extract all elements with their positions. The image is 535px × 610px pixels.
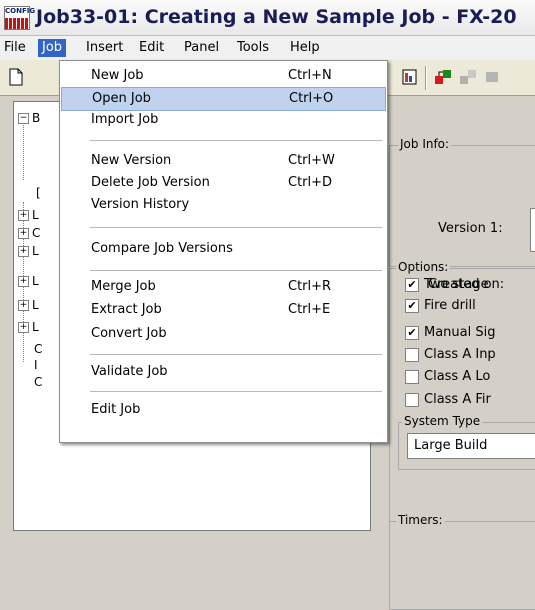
menu-item-validate-job[interactable]: Validate Job [61, 361, 384, 383]
menu-separator [90, 270, 382, 271]
job-menu-dropdown: New Job Ctrl+N Open Job Ctrl+O Import Job … [59, 60, 388, 443]
tree-node-label: I [34, 358, 38, 372]
title-bar: CONFIG Job33-01: Creating a New Sample J… [0, 0, 535, 36]
tree-node[interactable]: + C [18, 226, 40, 241]
menu-item-version-history[interactable]: Version History [61, 194, 384, 216]
checkbox-checked[interactable]: ✔ [405, 325, 419, 340]
transfer-icon[interactable] [483, 67, 503, 87]
tree-node-label: [ [36, 186, 41, 200]
tree-node[interactable]: + L [18, 274, 39, 289]
menu-item-compare-job-versions[interactable]: Compare Job Versions [61, 238, 384, 260]
menu-separator [90, 227, 382, 228]
expand-icon[interactable]: + [18, 300, 29, 311]
system-type-select[interactable]: Large Build [407, 433, 535, 459]
option-manual-sig[interactable]: ✔ Manual Sig [405, 325, 496, 340]
menu-separator [90, 391, 382, 392]
tree-node[interactable]: I [34, 358, 38, 373]
options-group: Options: ✔ Two stage ✔ Fire drill ✔ Manual … [389, 260, 535, 610]
tree-node-label: C [34, 375, 43, 389]
job-info-title: Job Info: [398, 137, 452, 151]
tree-node[interactable]: C [34, 342, 42, 357]
new-document-icon[interactable] [6, 67, 26, 87]
option-class-a-inp[interactable]: Class A Inp [405, 347, 496, 362]
checkbox-unchecked[interactable] [405, 392, 419, 407]
expand-icon[interactable]: + [18, 228, 29, 239]
menu-edit[interactable]: Edit [135, 39, 168, 57]
expand-icon[interactable]: + [18, 246, 29, 257]
app-icon: CONFIG [4, 6, 36, 30]
menu-item-extract-job[interactable]: Extract Job Ctrl+E [61, 299, 384, 321]
tree-node[interactable]: + L [18, 244, 39, 259]
checkbox-checked[interactable]: ✔ [405, 298, 419, 313]
tree-node[interactable]: + L [18, 320, 39, 335]
menu-item-new-version[interactable]: New Version Ctrl+W [61, 150, 384, 172]
window-title: Job33-01: Creating a New Sample Job - FX… [36, 6, 517, 28]
menu-bar: File Job Insert Edit Panel Tools Help [0, 36, 535, 60]
menu-job[interactable]: Job [38, 39, 67, 57]
connect-icon[interactable] [433, 67, 453, 87]
tree-node-label: L [32, 208, 39, 222]
expand-icon[interactable]: + [18, 210, 29, 221]
menu-item-open-job[interactable]: Open Job Ctrl+O [61, 87, 386, 111]
options-title: Options: [396, 260, 451, 274]
tree-node-label: L [32, 244, 39, 258]
version-field[interactable] [530, 208, 535, 252]
option-class-a-fir[interactable]: Class A Fir [405, 392, 491, 407]
job-info-group: Job Info: Version 1: Created on: [389, 137, 535, 292]
tree-node-label: C [32, 226, 41, 240]
tree-node-label: C [34, 342, 43, 356]
menu-file[interactable]: File [0, 39, 30, 57]
menu-separator [90, 354, 382, 355]
version-label: Version 1: [438, 221, 503, 236]
report-icon[interactable] [400, 67, 420, 87]
timers-title: Timers: [396, 513, 445, 527]
menu-item-delete-job-version[interactable]: Delete Job Version Ctrl+D [61, 172, 384, 194]
timers-group: Timers: [389, 513, 535, 542]
disconnect-icon[interactable] [458, 67, 478, 87]
system-type-title: System Type [402, 414, 483, 428]
checkbox-unchecked[interactable] [405, 347, 419, 362]
tree-node-label: L [32, 320, 39, 334]
menu-item-edit-job[interactable]: Edit Job [61, 399, 384, 421]
app-icon-text: CONFIG [5, 7, 36, 15]
menu-item-new-job[interactable]: New Job Ctrl+N [61, 65, 384, 87]
tree-node-label: L [32, 274, 39, 288]
tree-node-label: L [32, 298, 39, 312]
menu-item-merge-job[interactable]: Merge Job Ctrl+R [61, 276, 384, 298]
option-class-a-lo[interactable]: Class A Lo [405, 369, 490, 384]
tree-node[interactable]: [ [36, 186, 41, 201]
tree-node-label: B [32, 111, 41, 125]
job-properties-panel: Job Info: Version 1: Created on: Options… [372, 101, 535, 610]
option-two-stage[interactable]: ✔ Two stage [405, 277, 489, 292]
menu-insert[interactable]: Insert [82, 39, 127, 57]
tree-node[interactable]: + L [18, 208, 39, 223]
checkbox-unchecked[interactable] [405, 369, 419, 384]
tree-node[interactable]: − B [18, 111, 40, 126]
checkbox-checked[interactable]: ✔ [405, 277, 419, 292]
expand-icon[interactable]: + [18, 276, 29, 287]
option-fire-drill[interactable]: ✔ Fire drill [405, 298, 476, 313]
menu-help[interactable]: Help [286, 39, 324, 57]
tree-node[interactable]: + L [18, 298, 39, 313]
tree-node[interactable]: C [34, 375, 42, 390]
menu-tools[interactable]: Tools [233, 39, 273, 57]
menu-panel[interactable]: Panel [180, 39, 223, 57]
expand-icon[interactable]: + [18, 322, 29, 333]
menu-separator [90, 140, 382, 141]
collapse-icon[interactable]: − [18, 113, 29, 124]
menu-item-import-job[interactable]: Import Job [61, 109, 384, 131]
menu-item-convert-job[interactable]: Convert Job [61, 323, 384, 345]
system-type-group: System Type Large Build [398, 414, 535, 470]
